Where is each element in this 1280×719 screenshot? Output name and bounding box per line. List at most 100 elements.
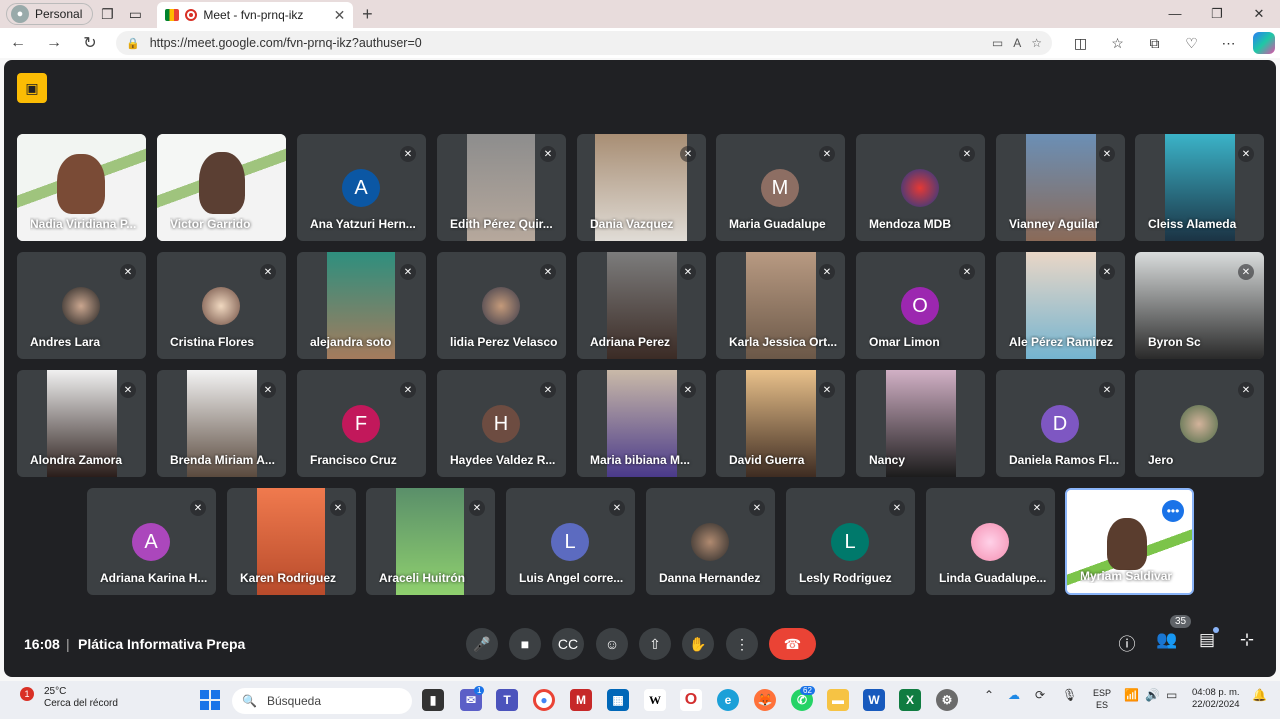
participant-tile[interactable]: ✕ L Lesly Rodriguez — [786, 488, 915, 595]
participant-tile[interactable]: ✕ Linda Guadalupe... — [926, 488, 1055, 595]
participant-tile[interactable]: ✕ O Omar Limon — [856, 252, 985, 359]
back-icon[interactable]: ← — [0, 34, 36, 52]
participant-tile[interactable]: ✕ Danna Hernandez — [646, 488, 775, 595]
teams-icon[interactable]: T — [496, 689, 518, 711]
participant-tile[interactable]: ✕ Jero — [1135, 370, 1264, 477]
tab-actions-icon[interactable]: ▭ — [121, 0, 149, 28]
captions-button[interactable]: CC — [552, 628, 584, 660]
participant-tile[interactable]: ✕ Byron Sc — [1135, 252, 1264, 359]
participant-tile[interactable]: ✕ Dania Vazquez — [577, 134, 706, 241]
close-tab-icon[interactable]: ✕ — [334, 7, 346, 24]
favorites-icon[interactable]: ☆ — [1099, 35, 1136, 52]
url-bar[interactable]: 🔒 https://meet.google.com/fvn-prnq-ikz?a… — [116, 31, 1052, 55]
weather-widget[interactable]: 1 25°C Cerca del récord — [20, 686, 118, 710]
mic-tray-icon[interactable]: 🎙 — [1062, 688, 1077, 702]
meeting-details-icon[interactable]: ⓘ — [1113, 630, 1141, 655]
participant-tile[interactable]: ✕ F Francisco Cruz — [297, 370, 426, 477]
hand-icon: ✋ — [689, 635, 707, 652]
participant-tile[interactable]: ✕ Vianney Aguilar — [996, 134, 1125, 241]
camera-in-use-icon[interactable]: ▭ — [992, 36, 1003, 50]
participant-tile[interactable]: Victor Garrido — [157, 134, 286, 241]
new-tab-button[interactable]: + — [353, 4, 381, 25]
present-button[interactable]: ⇧ — [639, 628, 671, 660]
participant-tile[interactable]: Nadia Viridiana P... — [17, 134, 146, 241]
firefox-icon[interactable]: 🦊 — [754, 689, 776, 711]
participant-tile[interactable]: ✕ Karen Rodriguez — [227, 488, 356, 595]
settings-icon[interactable]: ⚙ — [936, 689, 958, 711]
participant-tile[interactable]: ✕ A Adriana Karina H... — [87, 488, 216, 595]
minimize-icon[interactable]: — — [1154, 6, 1196, 22]
store-icon[interactable]: ▦ — [607, 689, 629, 711]
onedrive-icon[interactable]: ☁ — [1008, 688, 1020, 702]
participant-tile[interactable]: ✕ Adriana Perez — [577, 252, 706, 359]
collections-icon[interactable]: ⧉ — [1136, 35, 1173, 52]
participant-tile[interactable]: ✕ A Ana Yatzuri Hern... — [297, 134, 426, 241]
participant-tile[interactable]: ✕ D Daniela Ramos Fl... — [996, 370, 1125, 477]
participant-tile[interactable]: ✕ M Maria Guadalupe — [716, 134, 845, 241]
volume-icon[interactable]: 🔊 — [1145, 688, 1160, 702]
camera-button[interactable]: ■ — [509, 628, 541, 660]
file-explorer-icon[interactable]: ▬ — [827, 689, 849, 711]
site-info-icon[interactable]: 🔒 — [126, 37, 140, 50]
participant-tile[interactable]: ✕ Maria bibiana M... — [577, 370, 706, 477]
edge-icon[interactable]: e — [717, 689, 739, 711]
workspaces-icon[interactable]: ❐ — [93, 0, 121, 28]
favorite-star-icon[interactable]: ☆ — [1031, 36, 1042, 50]
participant-tile[interactable]: ✕ alejandra soto — [297, 252, 426, 359]
wikipedia-icon[interactable]: W — [644, 689, 666, 711]
task-view-icon[interactable]: ▮ — [422, 689, 444, 711]
sync-icon[interactable]: ⟳ — [1035, 688, 1045, 702]
participant-tile[interactable]: ✕ Andres Lara — [17, 252, 146, 359]
notifications-icon[interactable]: 🔔 — [1252, 688, 1267, 702]
maximize-icon[interactable]: ❐ — [1196, 6, 1238, 22]
more-menu-icon[interactable]: ⋯ — [1210, 35, 1247, 52]
start-button[interactable] — [200, 690, 220, 710]
excel-icon[interactable]: X — [899, 689, 921, 711]
participant-tile[interactable]: ✕ H Haydee Valdez R... — [437, 370, 566, 477]
microphone-button[interactable]: 🎤 — [466, 628, 498, 660]
participant-tile[interactable]: ✕ Edith Pérez Quir... — [437, 134, 566, 241]
profile-button[interactable]: ● Personal — [6, 3, 94, 25]
split-screen-icon[interactable]: ◫ — [1062, 35, 1099, 52]
participant-tile[interactable]: ✕ Ale Pérez Ramirez — [996, 252, 1125, 359]
participant-avatar: L — [831, 523, 869, 561]
activities-icon[interactable]: ⊹ — [1233, 630, 1261, 650]
browser-essentials-icon[interactable]: ♡ — [1173, 35, 1210, 52]
participant-tile[interactable]: ✕ Alondra Zamora — [17, 370, 146, 477]
read-aloud-icon[interactable]: A — [1013, 36, 1021, 50]
participant-tile[interactable]: ✕ L Luis Angel corre... — [506, 488, 635, 595]
participant-tile[interactable]: Nancy — [856, 370, 985, 477]
participant-tile-active[interactable]: ••• Myriam Saldivar — [1065, 488, 1194, 595]
reload-icon[interactable]: ↻ — [72, 33, 108, 53]
more-options-icon[interactable]: ••• — [1162, 500, 1184, 522]
people-icon[interactable]: 👥 — [1153, 630, 1181, 650]
more-options-button[interactable]: ⋮ — [726, 628, 758, 660]
clock-date[interactable]: 04:08 p. m. 22/02/2024 — [1192, 687, 1240, 711]
close-window-icon[interactable]: ✕ — [1238, 6, 1280, 22]
word-icon[interactable]: W — [863, 689, 885, 711]
participant-tile[interactable]: ✕ Cleiss Alameda — [1135, 134, 1264, 241]
chrome-icon[interactable]: ● — [533, 689, 555, 711]
battery-icon[interactable]: ▭ — [1166, 688, 1177, 702]
raise-hand-button[interactable]: ✋ — [682, 628, 714, 660]
reactions-button[interactable]: ☺ — [596, 628, 628, 660]
chat-icon[interactable]: ▤ — [1193, 630, 1221, 650]
participant-tile[interactable]: ✕ Brenda Miriam A... — [157, 370, 286, 477]
taskbar-search[interactable]: 🔍 Búsqueda — [232, 688, 412, 714]
forward-icon[interactable]: → — [36, 34, 72, 52]
participant-tile[interactable]: ✕ David Guerra — [716, 370, 845, 477]
wifi-icon[interactable]: 📶 — [1124, 688, 1139, 702]
participant-tile[interactable]: ✕ lidia Perez Velasco — [437, 252, 566, 359]
participant-tile[interactable]: ✕ Cristina Flores — [157, 252, 286, 359]
tab-meet[interactable]: Meet - fvn-prnq-ikz ✕ — [157, 2, 354, 28]
mcafee-icon[interactable]: M — [570, 689, 592, 711]
opera-icon[interactable]: O — [680, 689, 702, 711]
participant-tile[interactable]: ✕ Araceli Huitrón — [366, 488, 495, 595]
language-indicator[interactable]: ESP ES — [1093, 687, 1111, 711]
search-icon: 🔍 — [242, 694, 257, 708]
leave-call-button[interactable]: ☎ — [769, 628, 816, 660]
show-hidden-icons-icon[interactable]: ⌃ — [984, 688, 994, 702]
participant-tile[interactable]: ✕ Karla Jessica Ort... — [716, 252, 845, 359]
participant-tile[interactable]: ✕ Mendoza MDB — [856, 134, 985, 241]
copilot-icon[interactable] — [1253, 32, 1275, 54]
